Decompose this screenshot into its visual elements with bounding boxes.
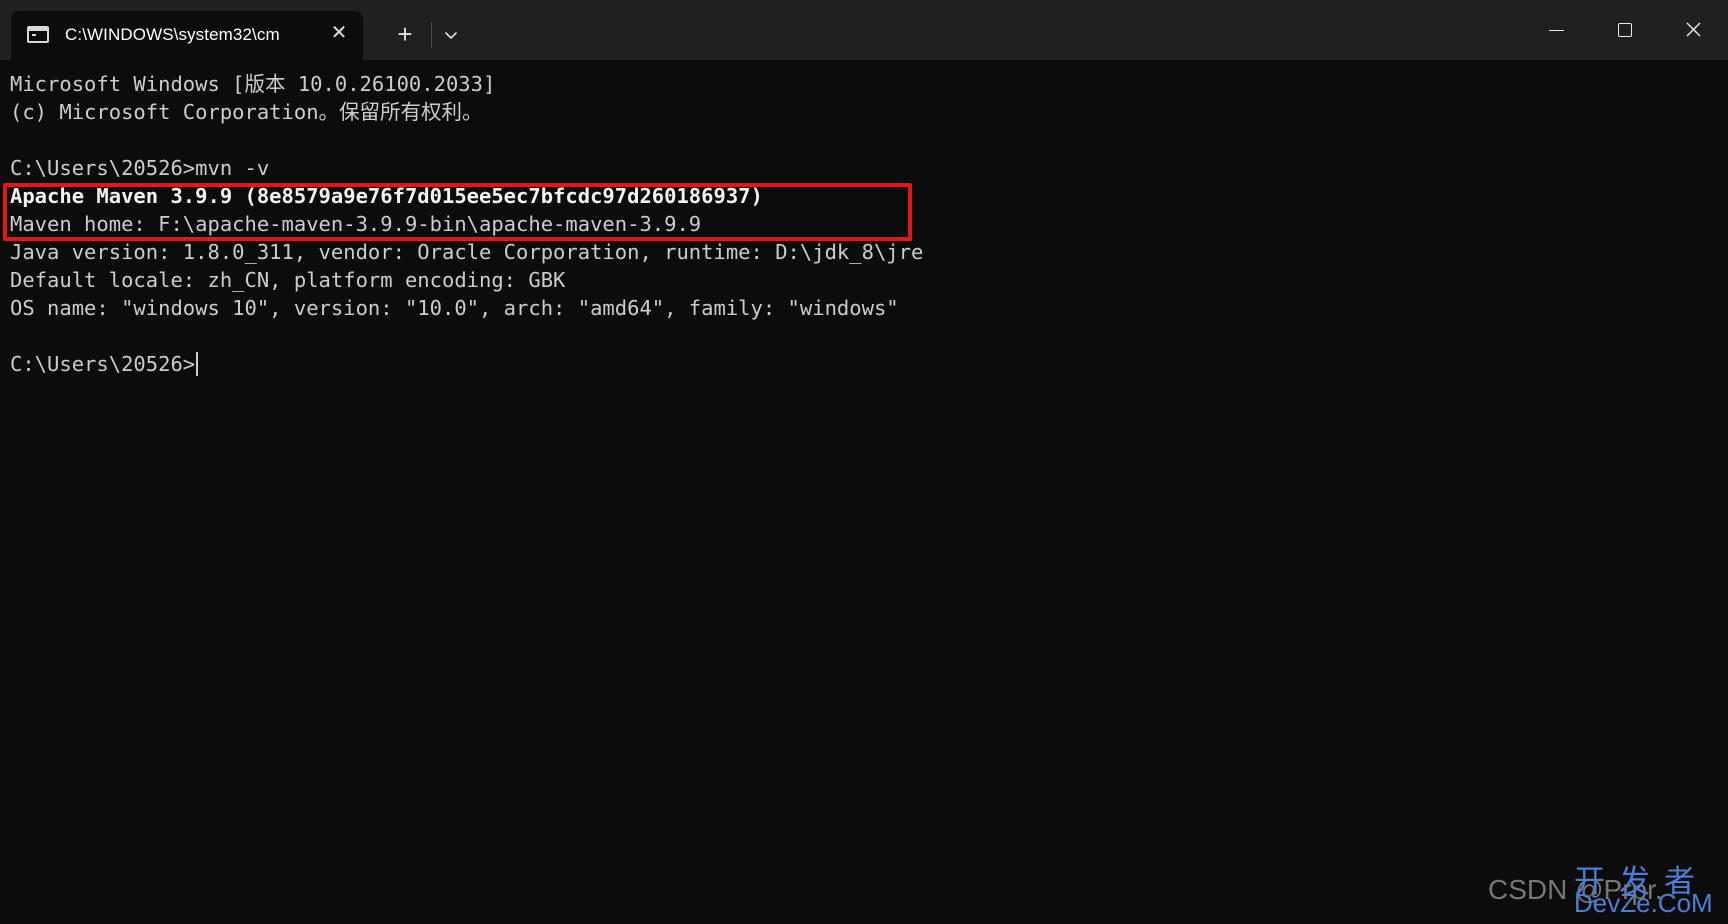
watermark: CSDN @Prpr. 开发者 DevZe.CoM	[1482, 856, 1722, 920]
titlebar-divider	[431, 22, 432, 48]
terminal-window: C:\WINDOWS\system32\cm ✕ + Microsoft Win…	[0, 0, 1728, 924]
console-line: Default locale: zh_CN, platform encoding…	[10, 268, 566, 292]
chevron-down-icon[interactable]	[438, 20, 464, 50]
tab-cmd[interactable]: C:\WINDOWS\system32\cm ✕	[11, 11, 363, 60]
prompt-line: C:\Users\20526>	[10, 350, 1710, 378]
close-button[interactable]	[1660, 0, 1728, 60]
title-bar[interactable]: C:\WINDOWS\system32\cm ✕ +	[0, 0, 1728, 60]
prompt-text: C:\Users\20526>	[10, 352, 196, 376]
console-line: (c) Microsoft Corporation。保留所有权利。	[10, 100, 483, 124]
console-line: Java version: 1.8.0_311, vendor: Oracle …	[10, 240, 924, 264]
tab-title: C:\WINDOWS\system32\cm	[65, 25, 280, 44]
highlight-box	[3, 183, 912, 241]
console-line: C:\Users\20526>mvn -v	[10, 156, 270, 180]
tab-close-icon[interactable]: ✕	[327, 21, 351, 45]
maximize-button[interactable]	[1590, 0, 1658, 60]
new-tab-button[interactable]: +	[390, 19, 420, 49]
cmd-icon	[27, 26, 49, 43]
minimize-button[interactable]	[1522, 0, 1590, 60]
console-line: Microsoft Windows [版本 10.0.26100.2033]	[10, 72, 496, 96]
console-line: OS name: "windows 10", version: "10.0", …	[10, 296, 899, 320]
text-cursor	[196, 352, 199, 376]
watermark-en: DevZe.CoM	[1574, 888, 1713, 918]
